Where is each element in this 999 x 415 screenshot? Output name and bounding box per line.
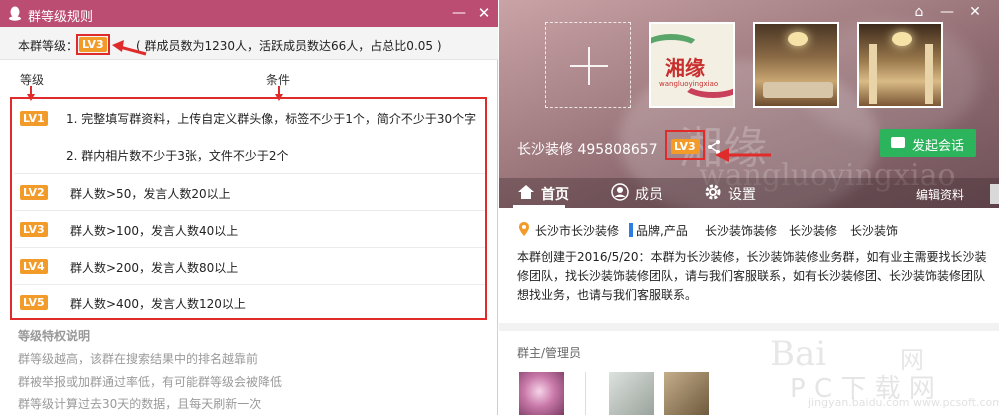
rule-condition: 群人数>50，发言人数20以上 [70,187,231,201]
tag-item[interactable]: 长沙装饰 [850,222,898,239]
current-level-badge: LV3 [79,37,107,52]
tag-item[interactable]: 长沙装修 [789,222,837,239]
chat-bubble-icon [891,137,905,148]
group-profile-panel: 湘缘 wangluoyingxiao ⌂ — ✕ 湘缘 wangluoyingx… [499,0,999,415]
rule-condition: 群人数>200，发言人数80以上 [70,261,239,275]
group-level-highlight: LV3 [665,130,705,160]
group-level-rules-dialog: 群等级规则 — ✕ 本群等级： LV3 ( 群成员数为1230人，活跃成员数达6… [0,0,498,415]
group-level-badge[interactable]: LV3 [671,139,699,154]
dialog-title: 群等级规则 [28,10,94,25]
home-icon [518,185,534,199]
rule-condition: 1. 完整填写群资料，上传自定义群头像，标签不少于1个，简介不少于30个字 [66,112,477,126]
photo-brand-url: wangluoyingxiao [659,80,719,88]
scrollbar[interactable] [990,184,999,204]
rule-row-lv3: LV3 群人数>100，发言人数40以上 [14,211,485,248]
start-chat-label: 发起会话 [912,139,965,154]
annotation-arrow-level [112,40,147,56]
current-level-info: ( 群成员数为1230人，活跃成员数达66人，占总比0.05 ) [136,39,442,53]
home-icon[interactable]: ⌂ [911,4,927,20]
rule-condition: 2. 群内相片数不少于3张，文件不少于2个 [66,149,289,163]
annotation-arrow-group-level [715,148,771,162]
group-photo[interactable] [753,22,839,108]
profile-hero: 湘缘 wangluoyingxiao ⌂ — ✕ 湘缘 wangluoyingx… [499,0,999,208]
level-badge: LV5 [20,295,48,310]
tab-settings[interactable]: 设置 [728,184,756,204]
upload-photo-button[interactable] [545,22,631,108]
avatar[interactable] [519,372,564,415]
tag-item[interactable]: 长沙装饰装修 [705,222,777,239]
tag-separator [629,223,633,237]
level-badge: LV2 [20,185,48,200]
rule-row-lv2: LV2 群人数>50，发言人数20以上 [14,174,485,211]
current-level-label: 本群等级： [18,39,79,53]
profile-tabs: 首页 成员 设置 编辑资料 [499,178,999,208]
group-description: 本群创建于2016/5/20：本群为长沙装修，长沙装饰装修业务群，如有业主需要找… [517,250,987,302]
current-level-highlight: LV3 [76,34,110,55]
level-badge: LV3 [20,222,48,237]
photo-brand: 湘缘 [665,56,705,80]
close-icon[interactable]: ✕ [475,4,493,22]
privilege-title: 等级特权说明 [18,329,91,343]
rule-condition: 群人数>400，发言人数120以上 [70,297,246,311]
dialog-titlebar: 群等级规则 — ✕ [0,0,498,27]
current-level-bar: 本群等级： LV3 ( 群成员数为1230人，活跃成员数达66人，占总比0.05… [0,27,498,60]
watermark-url: jingyan.baidu.com www.pcsoft.com.cn [808,396,999,409]
rule-row-lv4: LV4 群人数>200，发言人数80以上 [14,248,485,285]
location-tag[interactable]: 长沙市长沙装修 [535,222,619,239]
qq-penguin-icon [9,6,21,21]
avatar-divider [585,372,586,415]
group-photo[interactable]: 湘缘 wangluoyingxiao [649,22,735,108]
level-badge: LV1 [20,111,48,126]
group-photo[interactable] [857,22,943,108]
rule-row-lv5: LV5 群人数>400，发言人数120以上 [14,285,485,318]
tab-members[interactable]: 成员 [635,184,663,204]
rule-condition: 群人数>100，发言人数40以上 [70,224,239,238]
tab-home[interactable]: 首页 [541,184,569,204]
minimize-icon[interactable]: — [450,4,468,22]
section-divider [499,323,999,331]
tab-active-indicator [513,205,565,208]
privilege-item: 群等级越高，该群在搜索结果中的排名越靠前 [18,352,259,366]
edit-profile-link[interactable]: 编辑资料 [916,186,964,203]
admins-title: 群主/管理员 [517,346,582,360]
group-name: 长沙装修 495808657 [517,142,658,158]
start-chat-button[interactable]: 发起会话 [880,129,976,157]
level-rules-table: LV1 1. 完整填写群资料，上传自定义群头像，标签不少于1个，简介不少于30个… [10,97,487,320]
location-pin-icon [519,222,529,236]
avatar[interactable] [664,372,709,415]
privilege-item: 群等级计算过去30天的数据，且每天刷新一次 [18,397,262,411]
gear-icon [705,184,721,200]
tag-item[interactable]: 品牌,产品 [636,222,688,239]
rule-row-lv1: LV1 1. 完整填写群资料，上传自定义群头像，标签不少于1个，简介不少于30个… [14,99,485,174]
minimize-icon[interactable]: — [939,4,955,20]
close-icon[interactable]: ✕ [967,4,983,20]
avatar[interactable] [609,372,654,415]
privilege-item: 群被举报或加群通过率低，有可能群等级会被降低 [18,375,283,389]
member-icon [611,183,629,201]
level-badge: LV4 [20,259,48,274]
